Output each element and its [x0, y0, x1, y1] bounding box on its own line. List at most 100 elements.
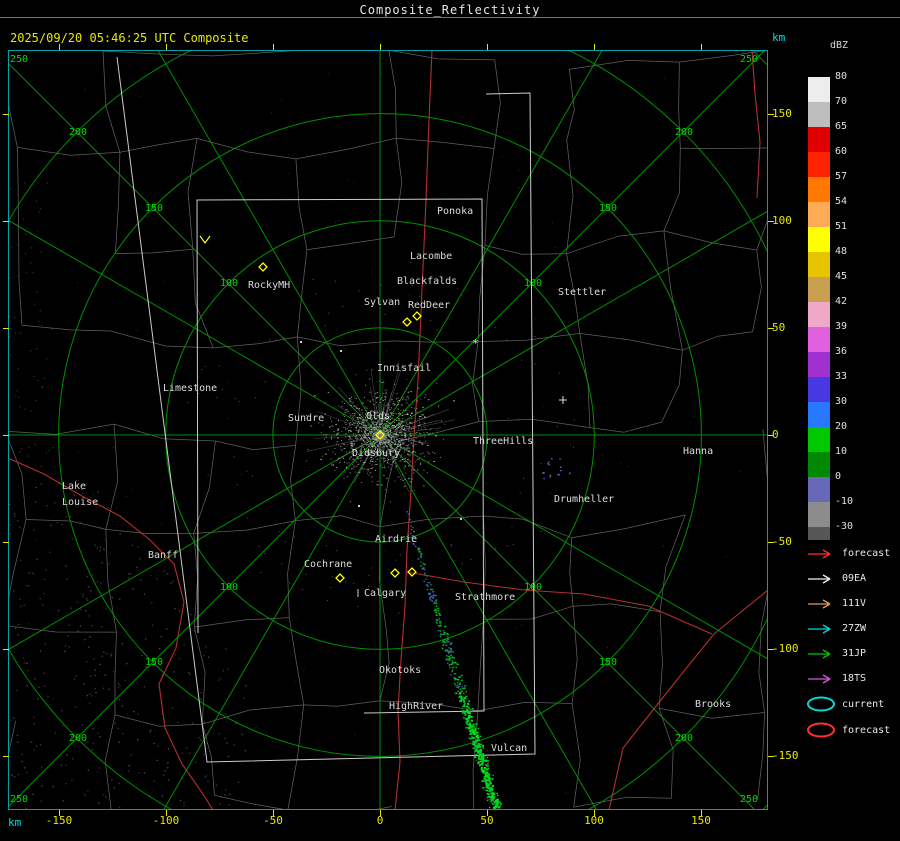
legend-label: 09EA [842, 573, 867, 584]
city-label: Olds [366, 411, 390, 422]
axis-tick-label: -150 [45, 814, 73, 827]
range-ring-label: 200 [675, 127, 693, 138]
range-ring-label: 250 [10, 54, 28, 65]
colorbar-label: -30 [835, 521, 854, 532]
axis-tick-label: -100 [152, 814, 180, 827]
city-label: Innisfail [377, 363, 431, 374]
legend-arrow-icon [808, 548, 831, 559]
axis-tick-label: 0 [376, 814, 384, 827]
colorbar-swatch [808, 127, 830, 152]
axis-tick [273, 44, 274, 50]
range-ring-label: 100 [220, 582, 238, 593]
legend-arrow-icon [808, 598, 831, 609]
legend-row: 09EA [806, 566, 900, 591]
axis-tick [701, 44, 702, 50]
legend-row: forecast [806, 717, 900, 743]
colorbar-label: 70 [835, 96, 848, 107]
colorbar-label: 0 [835, 471, 842, 482]
page-title: Composite_Reflectivity [359, 3, 541, 17]
axis-tick [3, 649, 9, 650]
colorbar-blocks: 80 70 65 60 57 54 51 48 45 42 39 36 33 30 20 10 0 -10 -30 [808, 71, 896, 540]
colorbar-label: 45 [835, 271, 848, 282]
city-label: Lacombe [410, 251, 452, 262]
city-label: Okotoks [379, 665, 421, 676]
city-label: Airdrie [375, 534, 417, 545]
legend-label: forecast [842, 724, 891, 736]
range-ring-label: 150 [145, 203, 163, 214]
axis-tick [3, 328, 9, 329]
legend-arrow-icon [808, 573, 831, 584]
legend-arrow-icon [808, 623, 831, 634]
radar-site-marker [390, 568, 400, 578]
legend-panel: forecast 09EA 111V 27ZW 31JP 18TS current forec… [806, 541, 900, 743]
colorbar-swatch [808, 277, 830, 302]
colorbar-swatch [808, 77, 830, 102]
city-label: Brooks [695, 699, 731, 710]
radar-site-marker [335, 573, 345, 583]
axis-tick-label: 100 [772, 214, 792, 227]
city-label: Calgary [364, 588, 406, 599]
axis-tick [594, 44, 595, 50]
colorbar-label: 20 [835, 421, 848, 432]
axis-tick [380, 44, 381, 50]
radar-window: Composite_Reflectivity 2025/09/20 05:46:… [0, 0, 900, 841]
axis-tick-label: 0 [772, 428, 779, 441]
timestamp-text: 2025/09/20 05:46:25 UTC Composite [10, 31, 249, 45]
colorbar-label: 39 [835, 321, 848, 332]
svg-text:*: * [472, 337, 479, 350]
colorbar-label: 30 [835, 396, 848, 407]
axis-tick-label: -150 [772, 749, 799, 762]
legend-ellipse-icon [807, 696, 835, 712]
city-label: Cochrane [304, 559, 352, 570]
legend-row: 111V [806, 591, 900, 616]
axis-tick [487, 44, 488, 50]
legend-label: forecast [842, 548, 891, 559]
city-label: Blackfalds [397, 276, 457, 287]
axis-tick-label: 50 [480, 814, 494, 827]
range-ring-label: 250 [740, 54, 758, 65]
right-axis-unit: km [772, 31, 786, 44]
colorbar-swatch [808, 152, 830, 177]
colorbar-swatch [808, 477, 830, 502]
axis-tick-label: 50 [772, 321, 786, 334]
axis-tick-label: 100 [584, 814, 604, 827]
axis-tick [3, 114, 9, 115]
city-label: HighRiver [389, 701, 443, 712]
colorbar-swatch [808, 452, 830, 477]
colorbar-label: 10 [835, 446, 848, 457]
legend-arrow-icon [808, 648, 831, 659]
colorbar-label: 42 [835, 296, 848, 307]
colorbar-swatch [808, 202, 830, 227]
axis-tick [3, 221, 9, 222]
city-label: Sylvan [364, 297, 400, 308]
range-ring-label: 250 [10, 794, 28, 805]
colorbar-swatch [808, 177, 830, 202]
colorbar-label: 60 [835, 146, 848, 157]
colorbar-swatch [808, 327, 830, 352]
city-label: Louise [62, 497, 98, 508]
colorbar-label: -10 [835, 496, 854, 507]
axis-tick-label: 150 [772, 107, 792, 120]
precip-streak [406, 458, 571, 810]
legend-arrow-icon [808, 673, 831, 684]
radar-site-marker [412, 311, 422, 321]
range-ring-label: 200 [675, 733, 693, 744]
axis-tick-label: -100 [772, 642, 799, 655]
city-label: Didsbury [352, 448, 400, 459]
axis-tick [3, 435, 9, 436]
axis-tick-label: 150 [691, 814, 711, 827]
city-label: Banff [148, 550, 178, 561]
legend-row: forecast [806, 541, 900, 566]
city-label: RedDeer [408, 300, 450, 311]
colorbar-swatch [808, 302, 830, 327]
colorbar-swatch [808, 352, 830, 377]
city-label: Sundre [288, 413, 324, 424]
axis-tick [3, 756, 9, 757]
radar-site-marker [402, 317, 412, 327]
legend-label: 111V [842, 598, 867, 609]
axis-tick [59, 44, 60, 50]
city-label: Drumheller [554, 494, 614, 505]
legend-label: 18TS [842, 673, 867, 684]
radar-site-marker [258, 262, 268, 272]
city-label: Lake [62, 481, 86, 492]
